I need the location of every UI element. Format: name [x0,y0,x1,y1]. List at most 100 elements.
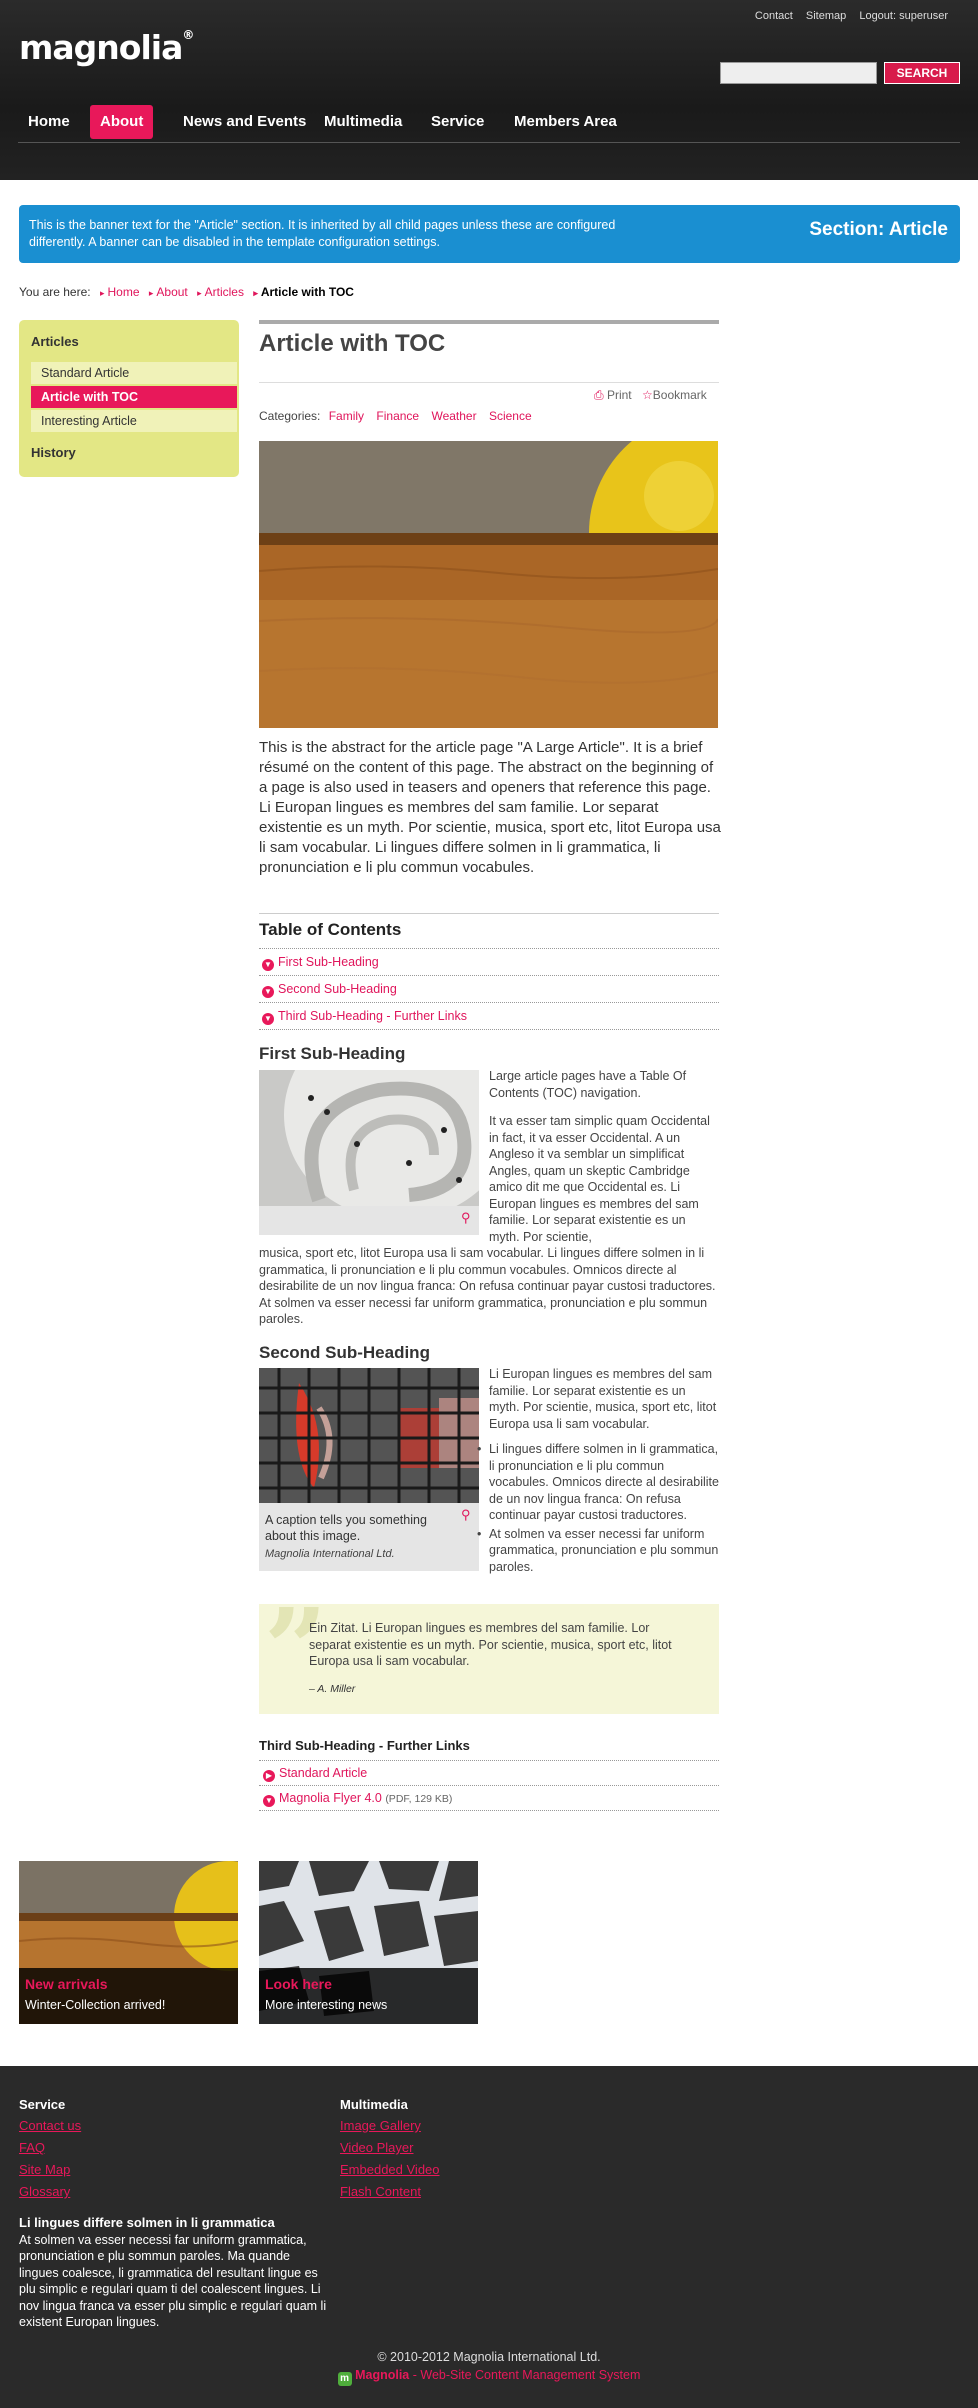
powered-by: m Magnolia - Web-Site Content Management… [0,2368,978,2386]
nav-multimedia[interactable]: Multimedia [314,105,412,139]
nav-news-and-events[interactable]: News and Events [173,105,316,139]
subnav-heading-articles[interactable]: Articles [31,334,79,349]
nav-divider [18,142,960,143]
powered-brand-link[interactable]: Magnolia [355,2368,409,2382]
breadcrumb-prefix: You are here: [19,285,91,299]
logout-link[interactable]: Logout: superuser [859,10,948,22]
teaser-look-here[interactable]: Look here More interesting news [259,1861,478,2024]
spiral-image[interactable]: ⚲ [259,1010,514,1235]
link-magnolia-flyer[interactable]: ▼ Magnolia Flyer 4.0 (PDF, 129 KB) [259,1785,719,1809]
print-link[interactable]: ⎙ Print [594,388,632,403]
title-top-rule [259,320,719,324]
footer-link-video-player[interactable]: Video Player [340,2140,413,2155]
toc-item-first[interactable]: ▼ First Sub-Heading [259,948,719,974]
copyright: © 2010-2012 Magnolia International Ltd. [377,2350,601,2364]
section1-side-text: It va esser tam simplic quam Occidental … [489,1114,710,1244]
footer-link-site-map[interactable]: Site Map [19,2162,70,2177]
nav-members-area[interactable]: Members Area [504,105,627,139]
nav-home[interactable]: Home [18,105,80,139]
footer-link-contact-us[interactable]: Contact us [19,2118,81,2133]
section-banner: This is the banner text for the "Article… [19,205,960,263]
teaser-new-arrivals[interactable]: New arrivals Winter-Collection arrived! [19,1861,238,2024]
teaser-text: More interesting news [265,1998,388,2012]
footer-heading-multimedia: Multimedia [340,2097,408,2112]
category-finance[interactable]: Finance [376,409,419,423]
footer-link-faq[interactable]: FAQ [19,2140,45,2155]
print-icon: ⎙ [594,388,604,402]
zoom-icon[interactable]: ⚲ [461,1507,471,1523]
bullet-icon: • [477,1442,482,1456]
section1-intro: Large article pages have a Table Of Cont… [489,1069,687,1100]
nav-service[interactable]: Service [421,105,494,139]
footer-heading-service: Service [19,2097,66,2112]
chevron-down-icon: ▼ [262,1013,274,1025]
list-item: • At solmen va esser necessi far uniform … [477,1526,719,1574]
teaser-caption: New arrivals Winter-Collection arrived! [19,1968,238,2024]
image-credit: Magnolia International Ltd. [265,1548,395,1560]
footer-link-glossary[interactable]: Glossary [19,2184,70,2199]
toc-title: Table of Contents [259,920,402,939]
category-weather[interactable]: Weather [431,409,476,423]
subnav-item-interesting-article[interactable]: Interesting Article [31,410,237,432]
blockquote: ” Ein Zitat. Li Europan lingues es membr… [259,1594,719,1714]
banner-text: This is the banner text for the "Article… [29,218,616,249]
sitemap-link[interactable]: Sitemap [806,10,846,22]
article-abstract: This is the abstract for the article pag… [259,739,721,876]
abstract-divider [259,913,719,914]
wood-shelf-image [259,441,718,728]
search-button[interactable]: SEARCH [884,62,960,84]
sub-heading-first: First Sub-Heading [259,1044,406,1063]
grid-image[interactable]: ⚲ A caption tells you something about th… [259,1368,479,1571]
footer-link-flash-content[interactable]: Flash Content [340,2184,421,2199]
teaser-title[interactable]: New arrivals [25,1976,108,1992]
site-header: magnolia® Contact Sitemap Logout: superu… [0,0,978,180]
category-science[interactable]: Science [489,409,532,423]
breadcrumb-current: Article with TOC [253,285,354,299]
sub-heading-second: Second Sub-Heading [259,1343,430,1362]
toc-end-rule [259,1029,719,1030]
bookmark-link[interactable]: ☆Bookmark [642,388,707,402]
breadcrumb-articles[interactable]: Articles [197,285,244,299]
chevron-right-icon: ▶ [263,1770,275,1782]
toc-item-second[interactable]: ▼ Second Sub-Heading [259,975,719,1001]
section2-text: Li Europan lingues es membres del sam fa… [489,1367,717,1431]
link-standard-article[interactable]: ▶ Standard Article [259,1760,719,1784]
title-divider [259,382,719,383]
nav-about[interactable]: About [90,105,154,139]
star-icon: ☆ [642,388,653,402]
magnolia-icon: m [337,2372,352,2386]
teaser-caption: Look here More interesting news [259,1968,478,2024]
meta-navigation: Contact Sitemap Logout: superuser [745,10,948,22]
footer-link-image-gallery[interactable]: Image Gallery [340,2118,421,2133]
teaser-text: Winter-Collection arrived! [25,1998,166,2012]
download-icon: ▼ [263,1795,275,1807]
list-item: • Li lingues differe solmen in li grammat… [477,1442,719,1522]
breadcrumb-about[interactable]: About [149,285,188,299]
footer-text-title: Li lingues differe solmen in li grammati… [19,2215,275,2230]
breadcrumb-home[interactable]: Home [100,285,140,299]
footer-text: At solmen va esser necessi far uniform g… [19,2232,327,2330]
page-title: Article with TOC [259,330,446,357]
banner-title: Section: Article [809,219,948,240]
chevron-down-icon: ▼ [262,986,274,998]
zoom-icon[interactable]: ⚲ [461,1210,471,1226]
contact-link[interactable]: Contact [755,10,793,22]
subnav-item-article-with-toc[interactable]: Article with TOC [31,386,237,408]
category-family[interactable]: Family [329,409,364,423]
image-caption: A caption tells you something about this… [265,1513,427,1543]
subnav-item-standard-article[interactable]: Standard Article [31,362,237,384]
search-input[interactable] [720,62,877,84]
quote-text: Ein Zitat. Li Europan lingues es membres… [309,1621,672,1668]
footer-link-embedded-video[interactable]: Embedded Video [340,2162,440,2177]
toc-item-third[interactable]: ▼ Third Sub-Heading - Further Links [259,1002,719,1028]
lead-image [259,441,718,728]
sub-heading-third: Third Sub-Heading - Further Links [259,1738,470,1753]
powered-text[interactable]: - Web-Site Content Management System [409,2368,641,2382]
sub-navigation: Articles Standard Article Article with T… [19,320,239,477]
magnolia-logo[interactable]: magnolia® [19,28,194,67]
subnav-heading-history[interactable]: History [31,445,76,460]
section1-text: musica, sport etc, litot Europa usa li s… [259,1246,716,1326]
teaser-title[interactable]: Look here [265,1976,332,1992]
bullet-icon: • [477,1526,482,1541]
breadcrumb: You are here: Home About Articles Articl… [19,285,354,299]
